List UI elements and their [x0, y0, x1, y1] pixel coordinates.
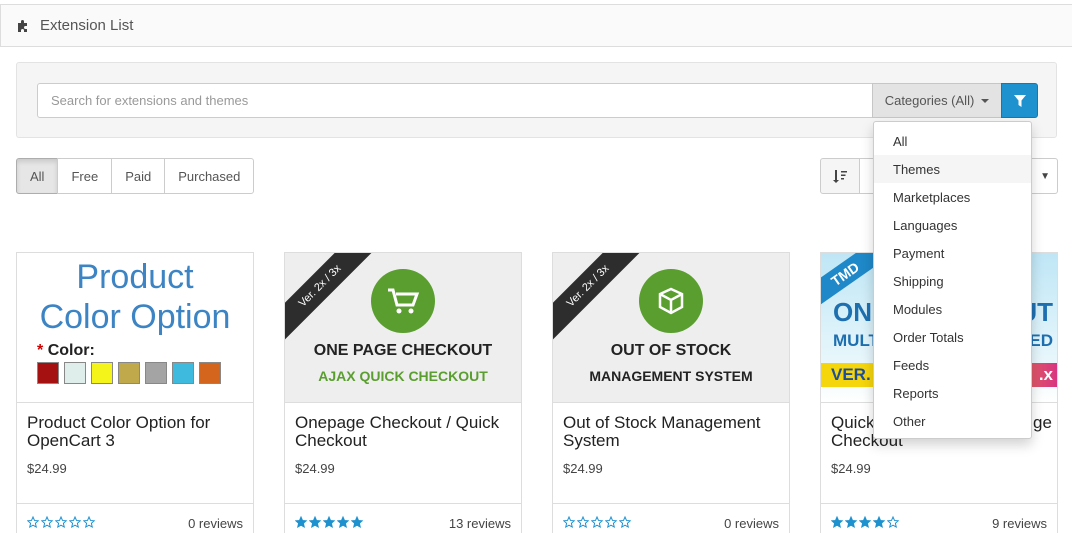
- star-empty-icon: [619, 516, 631, 528]
- star-empty-icon: [27, 516, 39, 528]
- thumb-title-line: Color Option: [39, 298, 231, 336]
- star-empty-icon: [605, 516, 617, 528]
- extension-price: $24.99: [27, 461, 67, 476]
- star-empty-icon: [887, 516, 899, 528]
- card-footer: 13 reviews: [285, 503, 521, 533]
- menu-item-reports[interactable]: Reports: [874, 379, 1031, 407]
- review-count: 0 reviews: [188, 516, 243, 531]
- swatch-row: [37, 362, 221, 384]
- menu-item-shipping[interactable]: Shipping: [874, 267, 1031, 295]
- rating-stars: [563, 516, 631, 528]
- categories-label: Categories (All): [884, 93, 975, 108]
- version-ribbon: Ver. 2x / 3x: [553, 253, 651, 349]
- thumb-line1: OUT OF STOCK: [610, 342, 732, 359]
- color-swatch: [91, 362, 113, 384]
- search-input[interactable]: [37, 83, 873, 118]
- card-footer: 0 reviews: [17, 503, 253, 533]
- puzzle-icon: [18, 19, 27, 32]
- color-swatch: [64, 362, 86, 384]
- menu-item-order-totals[interactable]: Order Totals: [874, 323, 1031, 351]
- menu-item-payment[interactable]: Payment: [874, 239, 1031, 267]
- box-icon: [639, 269, 703, 333]
- menu-item-modules[interactable]: Modules: [874, 295, 1031, 323]
- license-filter-group: All Free Paid Purchased: [16, 158, 255, 194]
- star-filled-icon: [295, 516, 307, 528]
- extension-card[interactable]: Ver. 2x / 3x ONE PAGE CHECKOUT AJAX QUIC…: [284, 252, 522, 533]
- extension-name[interactable]: Onepage Checkout / Quick Checkout: [295, 414, 515, 450]
- menu-item-feeds[interactable]: Feeds: [874, 351, 1031, 379]
- star-empty-icon: [591, 516, 603, 528]
- filter-purchased-button[interactable]: Purchased: [164, 158, 255, 194]
- categories-menu: All Themes Marketplaces Languages Paymen…: [873, 121, 1032, 439]
- thumb-line2: MANAGEMENT SYSTEM: [589, 368, 753, 384]
- star-empty-icon: [577, 516, 589, 528]
- menu-item-themes[interactable]: Themes: [874, 155, 1031, 183]
- menu-item-languages[interactable]: Languages: [874, 211, 1031, 239]
- star-filled-icon: [337, 516, 349, 528]
- color-swatch: [199, 362, 221, 384]
- filter-paid-button[interactable]: Paid: [111, 158, 166, 194]
- page-title: Extension List: [40, 17, 134, 34]
- review-count: 13 reviews: [448, 516, 511, 531]
- sort-order-button[interactable]: [820, 158, 860, 194]
- menu-item-all[interactable]: All: [874, 127, 1031, 155]
- star-filled-icon: [873, 516, 885, 528]
- thumb-color-label: * Color:: [37, 342, 95, 359]
- extension-name[interactable]: Product Color Option for OpenCart 3: [27, 414, 247, 450]
- star-filled-icon: [831, 516, 843, 528]
- star-empty-icon: [563, 516, 575, 528]
- color-swatch: [172, 362, 194, 384]
- extension-name[interactable]: Out of Stock Management System: [563, 414, 783, 450]
- menu-item-marketplaces[interactable]: Marketplaces: [874, 183, 1031, 211]
- rating-stars: [831, 516, 899, 528]
- extension-card[interactable]: Ver. 2x / 3x OUT OF STOCK MANAGEMENT SYS…: [552, 252, 790, 533]
- thumb-title-line: Product: [76, 258, 194, 296]
- extension-thumbnail[interactable]: Ver. 2x / 3x OUT OF STOCK MANAGEMENT SYS…: [553, 253, 789, 403]
- filter-button[interactable]: [1001, 83, 1038, 118]
- extension-card[interactable]: Product Color Option * Color: Product Co…: [16, 252, 254, 533]
- star-empty-icon: [55, 516, 67, 528]
- panel-heading: Extension List: [0, 4, 1072, 47]
- thumb-line1: ON: [833, 297, 872, 327]
- star-filled-icon: [845, 516, 857, 528]
- filter-free-button[interactable]: Free: [57, 158, 113, 194]
- chevron-down-icon: ▼: [1040, 171, 1050, 182]
- rating-stars: [27, 516, 95, 528]
- filter-icon: [1013, 94, 1026, 107]
- caret-down-icon: [981, 98, 990, 103]
- star-empty-icon: [69, 516, 81, 528]
- thumb-line1: ONE PAGE CHECKOUT: [313, 342, 493, 359]
- review-count: 9 reviews: [992, 516, 1047, 531]
- extension-thumbnail[interactable]: Product Color Option * Color:: [17, 253, 253, 403]
- star-filled-icon: [859, 516, 871, 528]
- star-filled-icon: [351, 516, 363, 528]
- rating-stars: [295, 516, 363, 528]
- extension-thumbnail[interactable]: Ver. 2x / 3x ONE PAGE CHECKOUT AJAX QUIC…: [285, 253, 521, 403]
- review-count: 0 reviews: [724, 516, 779, 531]
- cart-icon: [371, 269, 435, 333]
- filter-all-button[interactable]: All: [16, 158, 59, 194]
- sort-icon: [833, 170, 847, 183]
- card-footer: 0 reviews: [553, 503, 789, 533]
- thumb-line2: AJAX QUICK CHECKOUT: [318, 368, 488, 384]
- star-empty-icon: [41, 516, 53, 528]
- menu-item-other[interactable]: Other: [874, 407, 1031, 435]
- categories-dropdown-button[interactable]: Categories (All): [872, 83, 1002, 118]
- color-swatch: [118, 362, 140, 384]
- color-swatch: [37, 362, 59, 384]
- extension-price: $24.99: [831, 461, 871, 476]
- version-ribbon: Ver. 2x / 3x: [285, 253, 383, 349]
- star-filled-icon: [323, 516, 335, 528]
- star-filled-icon: [309, 516, 321, 528]
- card-footer: 9 reviews: [821, 503, 1057, 533]
- star-empty-icon: [83, 516, 95, 528]
- extension-price: $24.99: [563, 461, 603, 476]
- extension-price: $24.99: [295, 461, 335, 476]
- color-swatch: [145, 362, 167, 384]
